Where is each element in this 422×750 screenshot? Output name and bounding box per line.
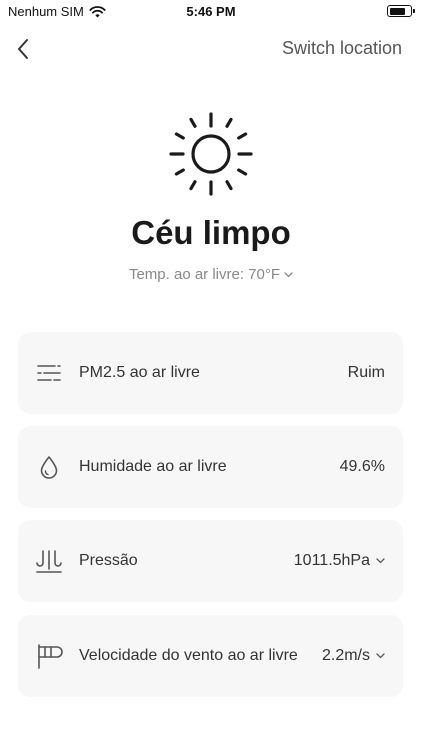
battery-icon xyxy=(387,5,415,17)
card-value-text: Ruim xyxy=(347,364,385,381)
status-bar: Nenhum SIM 5:46 PM xyxy=(0,0,422,24)
battery-fill xyxy=(389,7,405,15)
card-value-text: 1011.5hPa xyxy=(293,552,370,569)
pm25-icon xyxy=(37,365,61,381)
card-label: Humidade ao ar livre xyxy=(79,458,227,475)
chevron-left-icon xyxy=(18,39,28,59)
weather-condition: Céu limpo xyxy=(131,214,291,251)
chevron-down-icon xyxy=(284,272,293,278)
outdoor-temp-selector[interactable]: Temp. ao ar livre: 70°F xyxy=(0,266,422,283)
status-time: 5:46 PM xyxy=(186,4,236,19)
chevron-down-icon xyxy=(376,558,385,564)
outdoor-temp-label: Temp. ao ar livre: 70°F xyxy=(128,266,281,283)
droplet-icon xyxy=(40,456,58,479)
back-button[interactable] xyxy=(10,36,36,62)
card-label: PM2.5 ao ar livre xyxy=(79,364,200,381)
chevron-down-icon xyxy=(376,653,385,659)
card-pm25[interactable]: PM2.5 ao ar livre Ruim xyxy=(18,332,403,414)
card-label: Pressão xyxy=(79,552,138,569)
card-label: Velocidade do vento ao ar livre xyxy=(79,647,298,664)
card-value-text: 49.6% xyxy=(339,458,385,475)
card-pressure[interactable]: Pressão 1011.5hPa xyxy=(18,520,403,602)
card-value: 2.2m/s xyxy=(322,615,385,697)
wind-flag-icon xyxy=(38,644,63,669)
card-value: 1011.5hPa xyxy=(294,520,385,602)
sun-icon xyxy=(169,112,253,196)
card-value-text: 2.2m/s xyxy=(321,647,370,664)
switch-location-button[interactable]: Switch location xyxy=(282,38,402,59)
card-value: Ruim xyxy=(348,332,385,414)
nav-bar: Switch location xyxy=(0,30,422,66)
card-humidity[interactable]: Humidade ao ar livre 49.6% xyxy=(18,426,403,508)
card-value: 49.6% xyxy=(340,426,385,508)
card-wind-speed[interactable]: Velocidade do vento ao ar livre 2.2m/s xyxy=(18,615,403,697)
pressure-icon xyxy=(36,550,62,573)
